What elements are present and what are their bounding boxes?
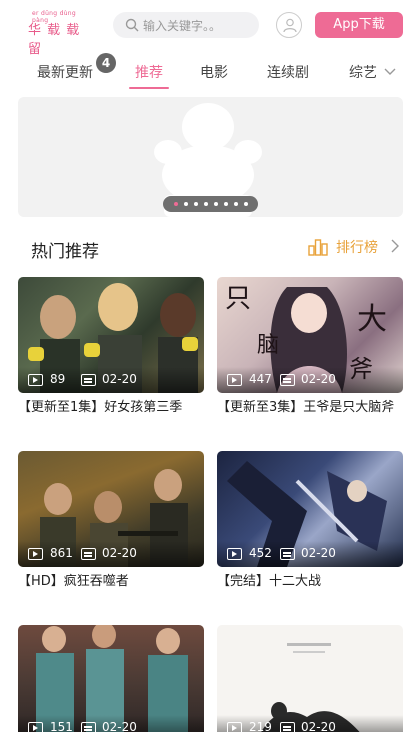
video-title[interactable]: 【完结】十二大战 bbox=[217, 573, 407, 591]
update-date: 02-20 bbox=[102, 720, 137, 732]
video-thumbnail[interactable]: 219 02-20 bbox=[217, 625, 403, 732]
video-card[interactable]: 219 02-20 bbox=[217, 625, 403, 732]
carousel-dot[interactable] bbox=[174, 202, 178, 206]
video-meta: 151 02-20 bbox=[18, 715, 204, 732]
update-date: 02-20 bbox=[301, 546, 336, 560]
video-thumbnail[interactable]: 89 02-20 bbox=[18, 277, 204, 393]
update-date: 02-20 bbox=[102, 546, 137, 560]
view-count: 89 bbox=[50, 372, 66, 386]
view-count: 151 bbox=[50, 720, 73, 732]
site-logo[interactable]: er dūng dùng pàng 华 载 载 留 bbox=[28, 10, 94, 57]
video-title[interactable]: 【更新至1集】好女孩第三季 bbox=[18, 399, 208, 417]
carousel-dot[interactable] bbox=[224, 202, 228, 206]
user-icon bbox=[283, 18, 297, 33]
video-thumbnail[interactable]: 861 02-20 bbox=[18, 451, 204, 567]
update-date: 02-20 bbox=[301, 372, 336, 386]
video-card[interactable]: 只 脑 大 斧 447 02-20 【更新至3集】王爷是只大脑斧 bbox=[217, 277, 403, 417]
tab-variety[interactable]: 综艺 bbox=[349, 62, 377, 82]
video-meta: 452 02-20 bbox=[217, 541, 403, 567]
carousel-dot[interactable] bbox=[204, 202, 208, 206]
svg-text:大: 大 bbox=[357, 302, 387, 337]
active-tab-indicator bbox=[129, 87, 169, 89]
date-icon bbox=[81, 548, 96, 560]
carousel-dot[interactable] bbox=[214, 202, 218, 206]
search-icon bbox=[125, 18, 139, 32]
play-count-icon bbox=[28, 722, 43, 732]
carousel-dot[interactable] bbox=[194, 202, 198, 206]
tab-series[interactable]: 连续剧 bbox=[267, 62, 309, 82]
chevron-down-icon[interactable] bbox=[384, 67, 396, 77]
video-card[interactable]: 151 02-20 bbox=[18, 625, 204, 732]
video-meta: 219 02-20 bbox=[217, 715, 403, 732]
video-card[interactable]: 452 02-20 【完结】十二大战 bbox=[217, 451, 403, 591]
date-icon bbox=[280, 374, 295, 386]
date-icon bbox=[280, 548, 295, 560]
svg-text:脑: 脑 bbox=[257, 333, 279, 358]
video-card[interactable]: 861 02-20 【HD】疯狂吞噬者 bbox=[18, 451, 204, 591]
view-count: 447 bbox=[249, 372, 272, 386]
view-count: 219 bbox=[249, 720, 272, 732]
update-date: 02-20 bbox=[102, 372, 137, 386]
video-thumbnail[interactable]: 151 02-20 bbox=[18, 625, 204, 732]
video-meta: 861 02-20 bbox=[18, 541, 204, 567]
carousel-dot[interactable] bbox=[234, 202, 238, 206]
user-avatar[interactable] bbox=[276, 12, 302, 38]
update-date: 02-20 bbox=[301, 720, 336, 732]
video-thumbnail[interactable]: 452 02-20 bbox=[217, 451, 403, 567]
video-card[interactable]: 89 02-20 【更新至1集】好女孩第三季 bbox=[18, 277, 204, 417]
ranking-icon bbox=[308, 239, 328, 256]
video-meta: 89 02-20 bbox=[18, 367, 204, 393]
date-icon bbox=[280, 722, 295, 732]
tab-latest[interactable]: 最新更新 bbox=[37, 62, 93, 82]
category-tabs: 最新更新 4 推荐 电影 连续剧 综艺 bbox=[0, 52, 419, 92]
play-count-icon bbox=[28, 374, 43, 386]
svg-text:只: 只 bbox=[225, 284, 251, 314]
chevron-right-icon bbox=[391, 239, 399, 253]
video-thumbnail[interactable]: 只 脑 大 斧 447 02-20 bbox=[217, 277, 403, 393]
update-count-badge: 4 bbox=[96, 53, 116, 73]
play-count-icon bbox=[227, 548, 242, 560]
video-title[interactable]: 【HD】疯狂吞噬者 bbox=[18, 573, 208, 591]
play-count-icon bbox=[28, 548, 43, 560]
carousel-dot[interactable] bbox=[184, 202, 188, 206]
date-icon bbox=[81, 374, 96, 386]
carousel-indicator bbox=[163, 196, 258, 212]
video-title[interactable]: 【更新至3集】王爷是只大脑斧 bbox=[217, 399, 407, 417]
search-placeholder: 输入关键字。。 bbox=[143, 19, 222, 33]
tab-movies[interactable]: 电影 bbox=[200, 62, 228, 82]
search-input[interactable]: 输入关键字。。 bbox=[113, 12, 259, 38]
section-title: 热门推荐 bbox=[31, 242, 99, 262]
play-count-icon bbox=[227, 374, 242, 386]
ranking-label: 排行榜 bbox=[336, 240, 378, 256]
tab-recommend[interactable]: 推荐 bbox=[135, 62, 163, 82]
video-meta: 447 02-20 bbox=[217, 367, 403, 393]
page: er dūng dùng pàng 华 载 载 留 输入关键字。。 App下载 … bbox=[0, 0, 419, 732]
carousel-dot[interactable] bbox=[244, 202, 248, 206]
date-icon bbox=[81, 722, 96, 732]
view-count: 452 bbox=[249, 546, 272, 560]
view-count: 861 bbox=[50, 546, 73, 560]
top-bar: er dūng dùng pàng 华 载 载 留 输入关键字。。 App下载 bbox=[0, 0, 419, 57]
play-count-icon bbox=[227, 722, 242, 732]
app-download-button[interactable]: App下载 bbox=[315, 12, 403, 38]
